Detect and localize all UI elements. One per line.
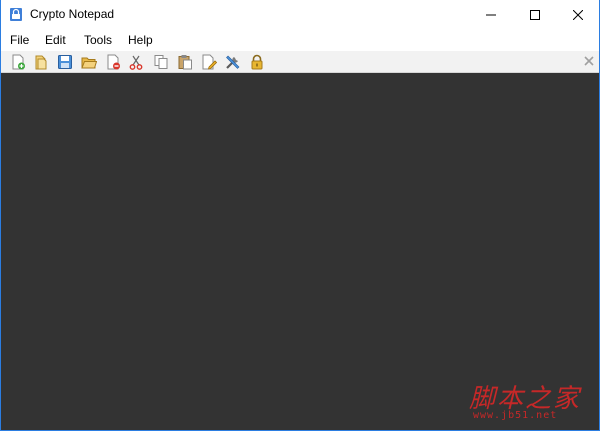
delete-file-icon[interactable] [105,54,121,70]
app-window: Crypto Notepad File Edit Tools Help 脚本之家… [0,0,600,431]
close-icon[interactable] [584,56,594,66]
open-file-icon[interactable] [33,54,49,70]
minimize-icon [486,14,496,15]
cut-icon[interactable] [128,54,144,70]
close-button[interactable] [556,0,600,29]
menu-tools[interactable]: Tools [84,33,112,48]
lock-icon[interactable] [249,54,265,70]
editor-text-area[interactable] [1,73,599,430]
save-icon[interactable] [57,54,73,70]
close-icon [573,9,583,20]
maximize-button[interactable] [513,0,557,29]
edit-document-icon[interactable] [201,54,217,70]
minimize-button[interactable] [469,0,513,29]
new-file-icon[interactable] [10,54,26,70]
app-icon [10,8,22,21]
settings-tools-icon[interactable] [225,54,241,70]
menu-edit[interactable]: Edit [45,33,66,48]
window-title: Crypto Notepad [30,7,115,21]
menu-help[interactable]: Help [128,33,153,48]
menu-file[interactable]: File [10,33,29,48]
copy-icon[interactable] [153,54,169,70]
menu-bar: File Edit Tools Help [1,29,599,51]
maximize-icon [530,9,540,20]
title-bar[interactable]: Crypto Notepad [1,0,599,29]
open-folder-icon[interactable] [81,54,97,70]
paste-icon[interactable] [177,54,193,70]
toolbar [1,51,599,73]
